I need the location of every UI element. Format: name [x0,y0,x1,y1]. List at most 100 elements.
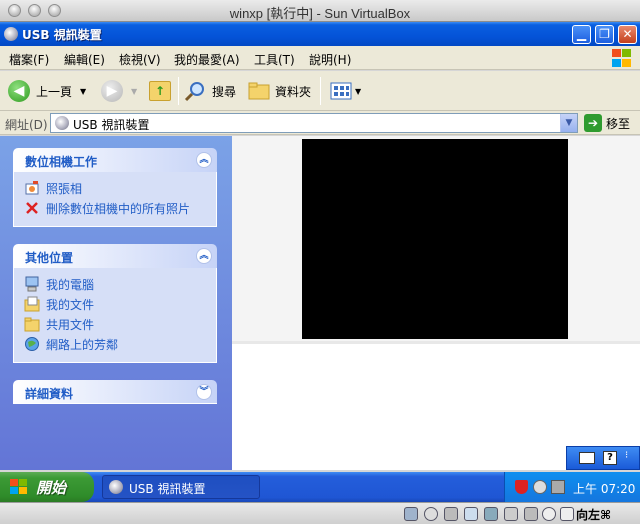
taskbar-window-label: USB 視訊裝置 [129,482,206,496]
up-folder-icon: ↑ [149,81,171,101]
menu-file[interactable]: 檔案(F) [9,51,49,68]
langbar-options-icon[interactable]: ⁝ [625,450,628,461]
content-area [232,136,640,470]
shared-folder-icon [24,316,40,332]
usb-icon[interactable] [464,507,478,521]
address-value: USB 視訊裝置 [73,118,150,132]
shared-documents-label: 共用文件 [46,317,95,332]
windows-flag-icon [10,479,28,495]
hard-disk-icon[interactable] [404,507,418,521]
taskbar-window-button[interactable]: USB 視訊裝置 [102,475,260,499]
other-places-panel: 其他位置 ︽ 我的電腦 我的文件 共用文件 網路上的芳鄰 [13,244,217,363]
network-places-link[interactable]: 網路上的芳鄰 [24,334,216,354]
start-button[interactable]: 開始 [0,472,94,502]
host-window-title: winxp [執行中] - Sun VirtualBox [229,6,411,21]
camera-tasks-body: 照張相 刪除數位相機中的所有照片 [13,172,217,227]
windows-logo-icon [610,48,632,68]
language-bar: ? ⁝ [566,446,640,470]
my-documents-label: 我的文件 [46,297,95,312]
go-label: 移至 [606,116,631,131]
forward-dropdown-icon[interactable]: ▼ [131,87,137,96]
up-folder-button[interactable]: ↑ [149,79,171,103]
security-shield-icon[interactable] [515,480,528,494]
delete-all-photos-link[interactable]: 刪除數位相機中的所有照片 [24,198,216,218]
keyboard-icon[interactable] [579,452,595,464]
shared-documents-link[interactable]: 共用文件 [24,314,216,334]
host-window-titlebar: winxp [執行中] - Sun VirtualBox [0,0,640,22]
menu-view[interactable]: 檢視(V) [119,51,161,68]
camera-tasks-header[interactable]: 數位相機工作 ︽ [13,148,217,172]
camera-preview-area [232,136,640,344]
floppy-icon[interactable] [444,507,458,521]
my-documents-link[interactable]: 我的文件 [24,294,216,314]
network-adapter-icon[interactable] [504,507,518,521]
help-icon[interactable]: ? [603,451,617,465]
take-picture-label: 照張相 [46,181,83,196]
webcam-icon [109,480,123,494]
keyboard-capture-icon[interactable] [560,507,574,521]
speaker-icon[interactable] [533,480,547,494]
menu-tools[interactable]: 工具(T) [254,51,295,68]
delete-x-icon [24,200,40,216]
camera-preview [302,139,568,339]
menu-favorites[interactable]: 我的最愛(A) [174,51,240,68]
maximize-button[interactable]: ❐ [595,25,614,44]
restore-icon: ❐ [599,27,610,41]
search-icon [184,82,204,102]
camera-tasks-title: 數位相機工作 [25,155,98,169]
folders-icon [248,82,270,100]
address-dropdown-icon[interactable]: ▼ [560,114,577,132]
window-title: USB 視訊裝置 [22,28,102,42]
network-places-label: 網路上的芳鄰 [46,337,119,352]
take-picture-icon [24,180,40,196]
address-bar: 網址(D) USB 視訊裝置 ▼ ➔ 移至 [0,111,640,135]
take-picture-link[interactable]: 照張相 [24,178,216,198]
mouse-integration-icon[interactable] [542,507,556,521]
go-button[interactable]: ➔ 移至 [584,114,630,132]
task-pane: 數位相機工作 ︽ 照張相 刪除數位相機中的所有照片 其他位置 ︽ 我的電腦 我的… [0,136,232,470]
minimize-button[interactable]: ▁ [572,25,591,44]
menu-edit[interactable]: 編輯(E) [64,51,105,68]
my-computer-link[interactable]: 我的電腦 [24,274,216,294]
search-label: 搜尋 [212,84,237,99]
taskbar: 開始 USB 視訊裝置 上午 07:20 [0,472,640,502]
views-icon [330,82,352,100]
minimize-icon: ▁ [576,27,587,41]
details-title: 詳細資料 [25,387,74,401]
camera-tasks-panel: 數位相機工作 ︽ 照張相 刪除數位相機中的所有照片 [13,148,217,227]
close-button[interactable]: ✕ [618,25,637,44]
my-documents-icon [24,296,40,312]
vrdp-icon[interactable] [524,507,538,521]
back-dropdown-icon[interactable]: ▼ [80,87,86,96]
other-places-title: 其他位置 [25,251,74,265]
tray-clock[interactable]: 上午 07:20 [573,480,635,497]
forward-arrow-icon: ▶ [101,80,123,102]
details-header[interactable]: 詳細資料 ︾ [13,380,217,404]
back-button[interactable]: ◀ 上一頁 ▼ [8,79,86,103]
collapse-chevron-icon[interactable]: ︽ [196,248,212,264]
address-field[interactable]: USB 視訊裝置 ▼ [50,113,578,133]
go-arrow-icon: ➔ [584,114,602,132]
back-arrow-icon: ◀ [8,80,30,102]
host-key-label: 向左⌘ [576,508,612,522]
shared-folders-icon[interactable] [484,507,498,521]
menu-help[interactable]: 說明(H) [309,51,351,68]
other-places-body: 我的電腦 我的文件 共用文件 網路上的芳鄰 [13,268,217,363]
my-computer-label: 我的電腦 [46,277,95,292]
folders-button[interactable]: 資料夾 [248,79,311,103]
menu-bar: 檔案(F) 編輯(E) 檢視(V) 我的最愛(A) 工具(T) 說明(H) [0,46,640,70]
other-places-header[interactable]: 其他位置 ︽ [13,244,217,268]
forward-button[interactable]: ▶ ▼ [101,79,137,103]
system-tray: 上午 07:20 [504,472,640,502]
views-button[interactable]: ▼ [330,79,361,103]
close-icon: ✕ [622,27,633,41]
window-titlebar[interactable]: USB 視訊裝置 ▁ ❐ ✕ [0,22,640,46]
collapse-chevron-icon[interactable]: ︽ [196,152,212,168]
folders-label: 資料夾 [275,84,312,99]
expand-chevron-icon[interactable]: ︾ [196,384,212,400]
cd-dvd-icon[interactable] [424,507,438,521]
standard-toolbar: ◀ 上一頁 ▼ ▶ ▼ ↑ 搜尋 資料夾 ▼ [0,71,640,111]
webcam-icon [55,116,69,130]
search-button[interactable]: 搜尋 [184,79,236,103]
network-connection-icon[interactable] [551,480,565,494]
